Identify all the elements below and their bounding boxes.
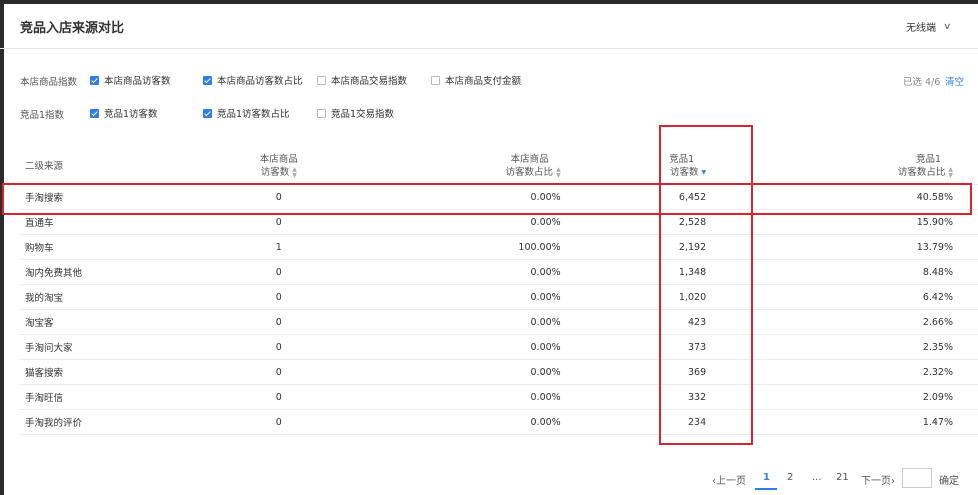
filter-row-competitor: 竞品1指数 竞品1访客数 竞品1访客数占比 竞品1交易指数: [0, 104, 978, 124]
cell-shop-visitors: 0: [217, 284, 340, 310]
cell-shop-visitor-share: 0.00%: [339, 309, 561, 335]
checkbox-competitor-visitors[interactable]: 竞品1访客数: [90, 106, 158, 120]
cell-source: 我的淘宝: [20, 284, 218, 310]
table-row: 手淘问大家 0 0.00% 373 2.35%: [20, 334, 978, 360]
filter-row-label: 本店商品指数: [20, 77, 78, 88]
cell-shop-visitor-share: 0.00%: [339, 334, 561, 360]
cell-source: 手淘问大家: [20, 334, 218, 360]
checkbox-shop-trade-index[interactable]: 本店商品交易指数: [317, 73, 407, 87]
checkbox-label: 本店商品交易指数: [331, 76, 408, 87]
checkbox-label: 本店商品访客数占比: [217, 76, 303, 87]
cell-shop-visitor-share: 100.00%: [339, 234, 561, 260]
checkbox-checked-icon: [90, 75, 99, 85]
cell-shop-visitors: 0: [217, 309, 340, 335]
cell-shop-visitor-share: 0.00%: [339, 409, 561, 435]
panel-title: 竞品入店来源对比: [20, 21, 125, 36]
table-row: 购物车 1 100.00% 2,192 13.79%: [20, 234, 978, 260]
device-mode-select[interactable]: 无线端 ∨: [906, 19, 952, 35]
cell-source: 淘宝客: [20, 309, 218, 335]
table-row: 我的淘宝 0 0.00% 1,020 6.42%: [20, 284, 978, 310]
cell-competitor-visitor-share: 2.35%: [731, 334, 978, 360]
checkbox-unchecked-icon: [317, 75, 326, 85]
checkbox-label: 本店商品访客数: [104, 76, 171, 87]
cell-shop-visitors: 0: [217, 259, 340, 285]
device-mode-value: 无线端: [906, 23, 936, 34]
checkbox-shop-payment-amount[interactable]: 本店商品支付金额: [431, 73, 521, 87]
cell-competitor-visitor-share: 2.09%: [731, 384, 978, 410]
cell-shop-visitors: 0: [217, 334, 340, 360]
clear-selection-link[interactable]: 清空: [945, 74, 964, 88]
column-header-source: 二级来源: [20, 148, 218, 185]
cell-competitor-visitor-share: 2.32%: [731, 359, 978, 385]
page-2-button[interactable]: 2: [787, 472, 793, 483]
cell-shop-visitor-share: 0.00%: [339, 284, 561, 310]
cell-shop-visitors: 1: [217, 234, 340, 260]
cell-competitor-visitor-share: 8.48%: [731, 259, 978, 285]
cell-shop-visitors: 0: [217, 384, 340, 410]
cell-source: 手淘我的评价: [20, 409, 218, 435]
current-page-indicator: [755, 488, 777, 490]
sort-icon[interactable]: ▲ ▼: [948, 166, 953, 179]
checkbox-label: 竞品1交易指数: [331, 109, 395, 120]
table-row: 淘内免费其他 0 0.00% 1,348 8.48%: [20, 259, 978, 285]
cell-competitor-visitor-share: 1.47%: [731, 409, 978, 435]
page-1-button[interactable]: 1: [763, 472, 770, 483]
page-ellipsis: ...: [812, 472, 822, 483]
page-jump-input[interactable]: [902, 468, 932, 488]
checkbox-unchecked-icon: [317, 108, 326, 118]
filter-row-shop: 本店商品指数 本店商品访客数 本店商品访客数占比 本店商品交易指数 本店商品支付…: [0, 71, 978, 91]
cell-shop-visitor-share: 0.00%: [339, 259, 561, 285]
checkbox-label: 竞品1访客数: [104, 109, 158, 120]
cell-shop-visitor-share: 0.00%: [339, 359, 561, 385]
cell-shop-visitors: 0: [217, 359, 340, 385]
checkbox-checked-icon: [203, 75, 212, 85]
sort-icon[interactable]: ▲ ▼: [292, 166, 297, 179]
panel-header: 竞品入店来源对比 无线端 ∨: [0, 4, 978, 49]
checkbox-unchecked-icon: [431, 75, 440, 85]
highlight-row-annotation: [2, 183, 972, 215]
highlight-column-annotation: [659, 125, 753, 445]
filter-row-label: 竞品1指数: [20, 110, 65, 121]
cell-source: 猫客搜索: [20, 359, 218, 385]
cell-source: 淘内免费其他: [20, 259, 218, 285]
checkbox-label: 竞品1访客数占比: [217, 109, 290, 120]
table-row: 手淘旺信 0 0.00% 332 2.09%: [20, 384, 978, 410]
selection-count: 已选 4/6: [903, 77, 941, 88]
prev-page-button[interactable]: ‹上一页: [712, 472, 746, 487]
checkbox-shop-visitors[interactable]: 本店商品访客数: [90, 73, 171, 87]
cell-source: 购物车: [20, 234, 218, 260]
checkbox-shop-visitor-share[interactable]: 本店商品访客数占比: [203, 73, 303, 87]
sort-icon[interactable]: ▲ ▼: [556, 166, 561, 179]
checkbox-checked-icon: [203, 108, 212, 118]
table-row: 淘宝客 0 0.00% 423 2.66%: [20, 309, 978, 335]
column-header-shop-visitors[interactable]: 本店商品 访客数 ▲ ▼: [217, 148, 340, 185]
checkbox-competitor-trade-index[interactable]: 竞品1交易指数: [317, 106, 394, 120]
checkbox-label: 本店商品支付金额: [445, 76, 522, 87]
pagination: ‹上一页 1 2 ... 21 下一页› 确定: [0, 468, 978, 490]
table-row: 手淘我的评价 0 0.00% 234 1.47%: [20, 409, 978, 435]
next-page-button[interactable]: 下一页›: [861, 472, 895, 487]
checkbox-checked-icon: [90, 108, 99, 118]
checkbox-competitor-visitor-share[interactable]: 竞品1访客数占比: [203, 106, 290, 120]
cell-source: 手淘旺信: [20, 384, 218, 410]
page-21-button[interactable]: 21: [836, 472, 849, 483]
cell-shop-visitors: 0: [217, 409, 340, 435]
cell-shop-visitor-share: 0.00%: [339, 384, 561, 410]
cell-competitor-visitor-share: 2.66%: [731, 309, 978, 335]
column-header-competitor-visitor-share[interactable]: 竞品1 访客数占比 ▲ ▼: [731, 148, 978, 185]
cell-competitor-visitor-share: 13.79%: [731, 234, 978, 260]
column-header-shop-visitor-share[interactable]: 本店商品 访客数占比 ▲ ▼: [339, 148, 561, 185]
table-header-row: 二级来源 本店商品 访客数 ▲ ▼ 本店商品 访客数占比 ▲ ▼ 竞品1 访客数 ▼ 竞品…: [20, 148, 978, 185]
table-row: 猫客搜索 0 0.00% 369 2.32%: [20, 359, 978, 385]
cell-competitor-visitor-share: 6.42%: [731, 284, 978, 310]
page-jump-confirm-button[interactable]: 确定: [939, 472, 959, 487]
chevron-down-icon: ∨: [943, 21, 952, 32]
